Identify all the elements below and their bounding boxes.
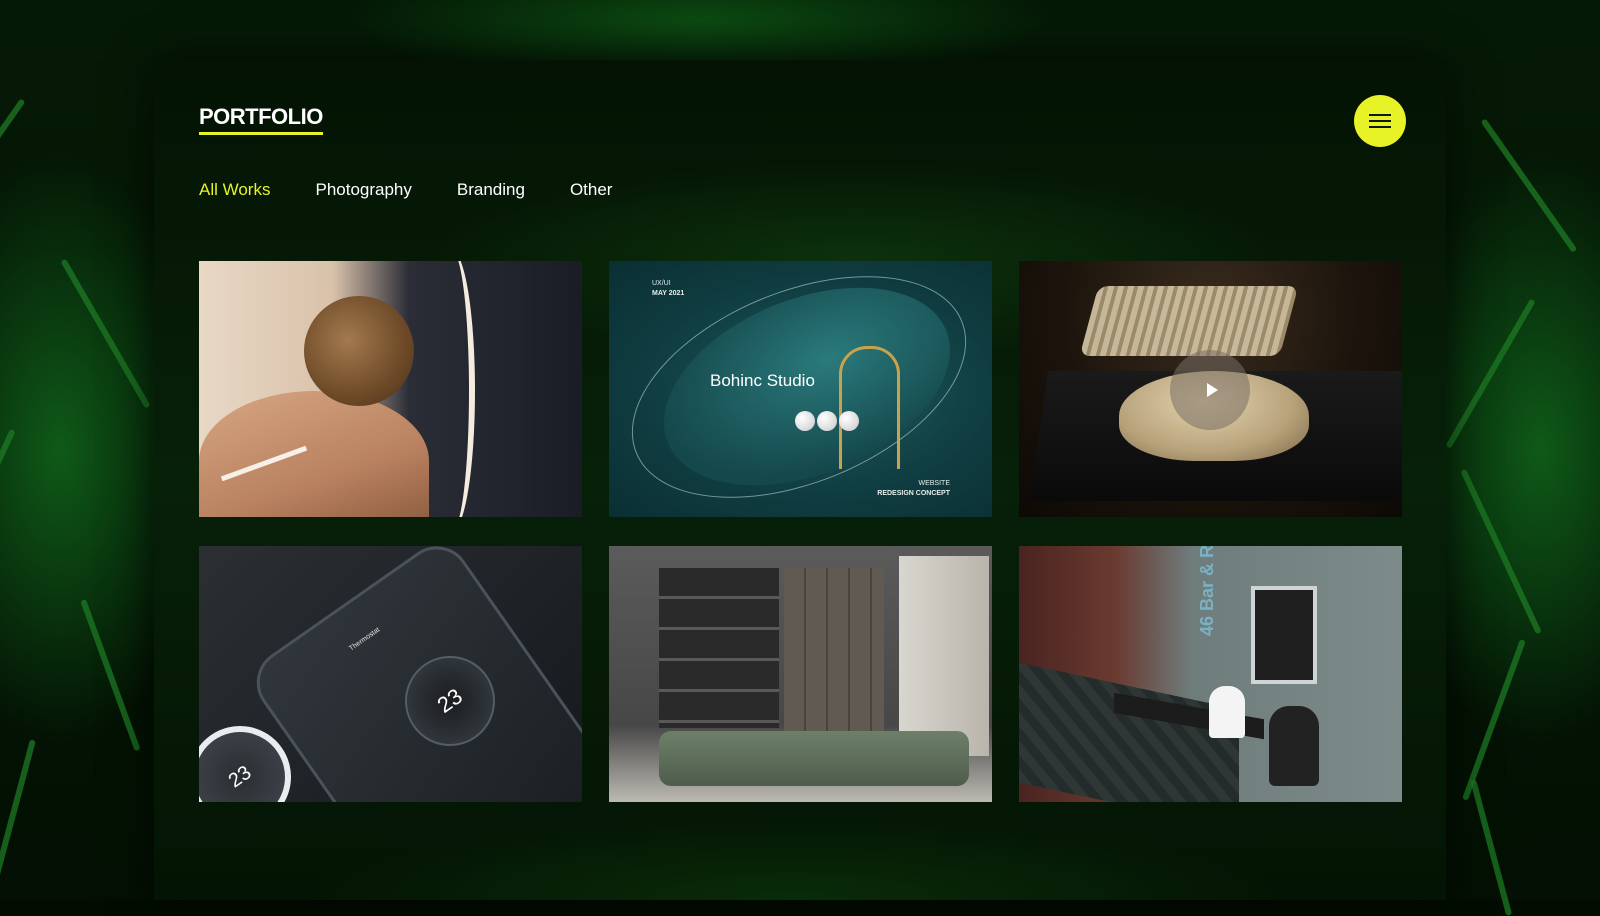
bookshelf — [659, 568, 779, 728]
studio-meta-top: UX/UI MAY 2021 — [652, 280, 685, 297]
white-chair — [1209, 686, 1245, 738]
filter-other[interactable]: Other — [570, 180, 613, 200]
head-shape — [304, 296, 414, 406]
hamburger-menu-icon — [1369, 114, 1391, 116]
curtain — [899, 556, 989, 756]
play-icon[interactable] — [1170, 350, 1250, 430]
work-card-bohinc-studio[interactable]: UX/UI MAY 2021 Bohinc Studio WEBSITE RED… — [609, 261, 992, 517]
work-card-bread-video[interactable] — [1019, 261, 1402, 517]
pearl-seat — [795, 411, 859, 431]
studio-title: Bohinc Studio — [710, 371, 815, 390]
filter-all-works[interactable]: All Works — [199, 180, 270, 200]
portfolio-logo[interactable]: PORTFOLIO — [199, 104, 323, 135]
mirror-frame — [429, 261, 475, 517]
filter-branding[interactable]: Branding — [457, 180, 525, 200]
work-card-living-room[interactable] — [609, 546, 992, 802]
hamburger-menu-button[interactable] — [1354, 95, 1406, 147]
work-card-woman-mirror[interactable] — [199, 261, 582, 517]
work-card-restaurant[interactable]: 46 Bar & Rest — [1019, 546, 1402, 802]
tufted-bench — [1019, 662, 1239, 802]
work-card-thermostat-app[interactable]: Thermostat 23 23 — [199, 546, 582, 802]
dark-chair — [1269, 706, 1319, 786]
brass-chair — [839, 346, 900, 469]
green-sofa — [659, 731, 969, 786]
studio-meta-bottom: WEBSITE REDESIGN CONCEPT — [877, 480, 950, 497]
filter-tabs: All Works Photography Branding Other — [199, 180, 612, 200]
linen-cloth — [1079, 286, 1299, 356]
restaurant-sign: 46 Bar & Rest — [1197, 546, 1217, 636]
restaurant-door — [1251, 586, 1317, 684]
wood-panel — [784, 568, 884, 733]
works-grid: UX/UI MAY 2021 Bohinc Studio WEBSITE RED… — [199, 261, 1402, 802]
shoulder-shape — [199, 391, 429, 517]
filter-photography[interactable]: Photography — [315, 180, 411, 200]
